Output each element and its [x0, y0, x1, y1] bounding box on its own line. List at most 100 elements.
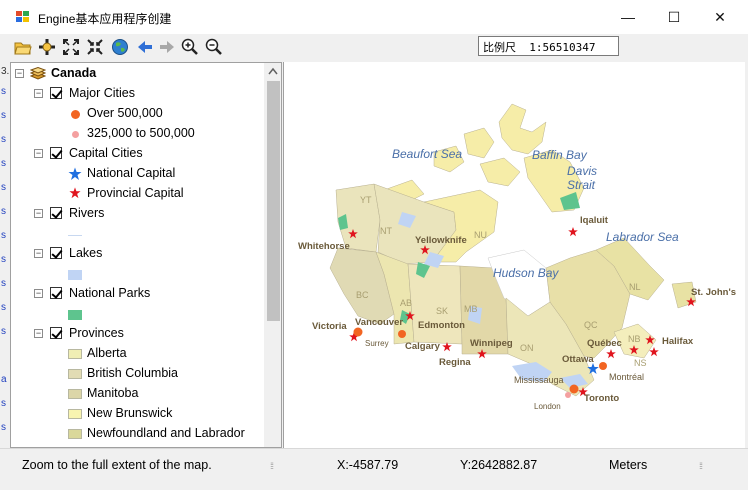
scrollbar-thumb[interactable]: [267, 81, 280, 321]
collapse-icon[interactable]: −: [34, 329, 43, 338]
city-label: Halifax: [662, 336, 694, 347]
province-swatch: [68, 349, 82, 359]
forward-icon[interactable]: [158, 38, 176, 56]
maximize-button[interactable]: ☐: [651, 0, 697, 34]
scroll-up-icon[interactable]: [268, 67, 278, 75]
city-label: Vancouver: [355, 317, 404, 328]
legend-label: New Brunswick: [87, 406, 173, 420]
full-extent-icon[interactable]: [62, 38, 80, 56]
legend-label: Over 500,000: [87, 106, 163, 120]
city-label: Québec: [587, 338, 622, 349]
legend-label: National Capital: [87, 166, 176, 180]
major-city-dot: [565, 392, 571, 398]
provincial-capital-star: [649, 347, 659, 357]
city-label: Surrey: [365, 339, 389, 348]
collapse-icon[interactable]: −: [34, 209, 43, 218]
city-label: Regina: [439, 357, 471, 368]
provincial-capital-star: [477, 349, 487, 359]
layer-checkbox-provinces[interactable]: [50, 327, 62, 339]
city-label: Yellowknife: [415, 235, 467, 246]
map-view[interactable]: Beaufort Sea Baffin Bay Davis Strait Lab…: [283, 62, 745, 448]
back-icon[interactable]: [136, 38, 154, 56]
layer-checkbox-parks[interactable]: [50, 287, 62, 299]
legend-label: Manitoba: [87, 386, 139, 400]
layer-label[interactable]: Capital Cities: [69, 144, 143, 162]
provincial-capital-star: [568, 227, 578, 237]
resize-grip-icon[interactable]: ⁞⁞: [699, 461, 703, 471]
provincial-capital-star: [420, 245, 430, 255]
minimize-button[interactable]: —: [605, 0, 651, 34]
city-label: Edmonton: [418, 320, 465, 331]
y-coordinate: Y:2642882.87: [460, 458, 538, 472]
provincial-capital-star: [686, 297, 696, 307]
national-capital-star-icon: [68, 167, 82, 180]
city-label: London: [534, 402, 561, 411]
layer-label[interactable]: Provinces: [69, 324, 124, 342]
province-swatch: [68, 389, 82, 399]
city-label: Ottawa: [562, 354, 594, 365]
map-units: Meters: [609, 458, 648, 472]
provincial-capital-star: [405, 311, 415, 321]
collapse-icon[interactable]: −: [34, 149, 43, 158]
legend-label: British Columbia: [87, 366, 179, 380]
city-label: Iqaluit: [580, 215, 608, 226]
provincial-capital-star-icon: [69, 187, 81, 199]
city-label: Whitehorse: [298, 241, 350, 252]
layer-label[interactable]: National Parks: [69, 284, 150, 302]
city-label: Calgary: [405, 341, 440, 352]
add-data-icon[interactable]: [38, 38, 56, 56]
maximize-icon: ☐: [667, 8, 681, 25]
layer-checkbox-capitals[interactable]: [50, 147, 62, 159]
city-label: Winnipeg: [470, 338, 513, 349]
app-window: Engine基本应用程序创建 — ☐ ✕ 比例尺 1:56510347 3. s…: [0, 0, 748, 490]
toc-root-label[interactable]: Canada: [51, 64, 96, 82]
collapse-icon[interactable]: −: [34, 289, 43, 298]
major-city-dot: [398, 330, 406, 338]
province-swatch: [68, 429, 82, 439]
provincial-capital-star: [348, 229, 358, 239]
title-bar: Engine基本应用程序创建 — ☐ ✕: [0, 0, 748, 34]
city-label: Toronto: [584, 393, 620, 404]
river-line-symbol: [68, 235, 82, 236]
city-label: St. John's: [691, 287, 737, 298]
x-coordinate: X:-4587.79: [337, 458, 399, 472]
collapse-icon[interactable]: −: [34, 89, 43, 98]
zoom-out-icon[interactable]: [205, 38, 223, 56]
provincial-capital-star: [629, 345, 639, 355]
park-swatch: [68, 310, 82, 320]
collapse-icon[interactable]: −: [15, 69, 24, 78]
provincial-capital-star: [442, 342, 452, 352]
zoom-in-icon[interactable]: [181, 38, 199, 56]
open-icon[interactable]: [14, 38, 32, 56]
city-symbols: [348, 227, 696, 398]
city-medium-symbol: [72, 131, 79, 138]
toc-scrollbar[interactable]: [264, 63, 281, 447]
close-icon: ✕: [714, 8, 726, 25]
collapse-icon[interactable]: −: [34, 249, 43, 258]
provincial-capital-star: [606, 349, 616, 359]
grip-icon: ⁞⁞: [270, 461, 274, 471]
layer-label[interactable]: Rivers: [69, 204, 104, 222]
minimize-icon: —: [621, 9, 635, 25]
zoom-to-selection-icon[interactable]: [86, 38, 104, 56]
close-button[interactable]: ✕: [697, 0, 743, 34]
layer-label[interactable]: Major Cities: [69, 84, 135, 102]
legend-label: Alberta: [87, 346, 127, 360]
layer-checkbox-major-cities[interactable]: [50, 87, 62, 99]
provincial-capital-star: [645, 335, 655, 345]
layer-checkbox-lakes[interactable]: [50, 247, 62, 259]
city-large-symbol: [71, 110, 80, 119]
city-label: Montréal: [609, 372, 645, 382]
city-label: Victoria: [312, 321, 347, 332]
table-of-contents: − Canada − Major Cities Over 500,000 325…: [10, 62, 282, 448]
city-label: Mississauga: [514, 375, 564, 385]
layer-label[interactable]: Lakes: [69, 244, 102, 262]
status-message: Zoom to the full extent of the map.: [22, 458, 212, 472]
window-title: Engine基本应用程序创建: [38, 12, 172, 26]
globe-icon[interactable]: [111, 38, 129, 56]
legend-label: Provincial Capital: [87, 186, 184, 200]
status-bar: Zoom to the full extent of the map. ⁞⁞ X…: [0, 448, 748, 482]
province-swatch: [68, 409, 82, 419]
layers-icon: [30, 67, 46, 80]
layer-checkbox-rivers[interactable]: [50, 207, 62, 219]
